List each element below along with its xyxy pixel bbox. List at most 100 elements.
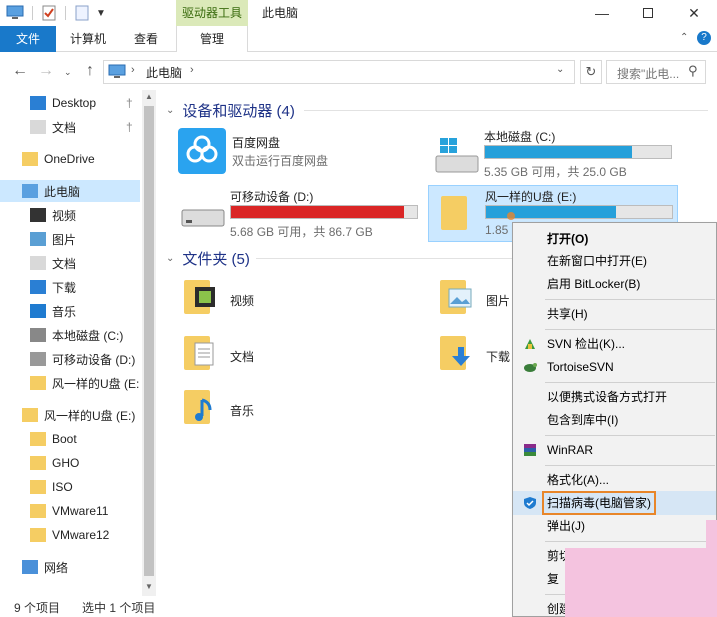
menu-separator — [545, 382, 715, 383]
drive-subtitle: 5.68 GB 可用，共 86.7 GB — [230, 225, 373, 239]
downloads-icon — [452, 347, 470, 366]
sidebar-item[interactable]: 风一样的U盘 (E: — [0, 372, 140, 394]
tab-view[interactable]: 查看 — [124, 26, 168, 52]
menu-include-in-library[interactable]: 包含到库中(I) — [513, 408, 716, 432]
sidebar-item[interactable]: Boot — [0, 428, 140, 450]
computer-icon — [108, 64, 126, 78]
sidebar-item[interactable]: 此电脑 — [0, 180, 140, 202]
drive-subtitle: 5.35 GB 可用，共 25.0 GB — [484, 165, 627, 179]
drive-c[interactable]: 本地磁盘 (C:) 5.35 GB 可用，共 25.0 GB — [428, 126, 678, 179]
shield-icon — [524, 497, 536, 509]
tab-manage[interactable]: 管理 — [176, 26, 248, 52]
sidebar-item[interactable]: 文档 — [0, 252, 140, 274]
sidebar-item[interactable]: VMware12 — [0, 524, 140, 546]
computer-icon[interactable] — [6, 5, 24, 21]
close-button[interactable]: ✕ — [671, 0, 717, 26]
devices-heading: 设备和驱动器 (4) — [182, 103, 295, 120]
folder-videos[interactable]: 视频 — [180, 280, 300, 320]
selected-count: 选中 1 个项目 — [82, 601, 156, 615]
properties-icon[interactable] — [41, 5, 57, 21]
breadcrumb-chevron-icon[interactable]: › — [131, 64, 135, 76]
menu-open[interactable]: 打开(O) — [513, 227, 716, 251]
drive-usage-fill — [485, 146, 632, 158]
sidebar-item[interactable]: GHO — [0, 452, 140, 474]
maximize-button[interactable] — [625, 0, 671, 26]
nav-scrollbar-thumb[interactable] — [144, 106, 154, 576]
drive-usage-bar — [230, 205, 418, 219]
folder-label: 文档 — [230, 350, 255, 364]
menu-tortoisesvn[interactable]: TortoiseSVN — [513, 355, 716, 379]
address-dropdown-icon[interactable]: ⌄ — [556, 64, 564, 75]
menu-svn-checkout[interactable]: SVN 检出(K)... — [513, 332, 716, 356]
menu-separator — [545, 299, 715, 300]
drive-subtitle: 1.85 — [485, 223, 509, 237]
tab-file[interactable]: 文件 — [0, 26, 56, 52]
menu-label: SVN 检出(K)... — [547, 337, 626, 351]
pin-icon[interactable]: † — [126, 120, 133, 134]
sidebar-item[interactable]: ISO — [0, 476, 140, 498]
recent-locations-icon[interactable]: ⌄ — [64, 67, 72, 78]
sidebar-item[interactable]: 下载 — [0, 276, 140, 298]
sidebar-item-label: 下载 — [52, 280, 77, 295]
search-icon[interactable]: ⚲ — [688, 63, 698, 79]
drive-d[interactable]: 可移动设备 (D:) 5.68 GB 可用，共 86.7 GB — [174, 186, 424, 239]
folders-group-header[interactable]: ⌄ 文件夹 (5) — [166, 248, 250, 269]
sidebar-item[interactable]: 视频 — [0, 204, 140, 226]
drive-baidu[interactable]: 百度网盘 双击运行百度网盘 — [174, 126, 384, 176]
folder-icon — [30, 480, 46, 494]
refresh-button[interactable]: ↻ — [580, 60, 602, 84]
menu-format[interactable]: 格式化(A)... — [513, 468, 716, 492]
sidebar-item[interactable]: 本地磁盘 (C:) — [0, 324, 140, 346]
sidebar-item[interactable]: OneDrive — [0, 148, 140, 170]
search-placeholder: 搜索"此电... — [617, 67, 680, 81]
help-icon[interactable]: ? — [697, 31, 711, 45]
menu-eject[interactable]: 弹出(J) — [513, 514, 716, 538]
videos-icon — [30, 208, 46, 222]
pin-icon[interactable]: † — [126, 96, 133, 110]
tab-computer[interactable]: 计算机 — [64, 26, 112, 52]
sidebar-item-label: OneDrive — [44, 152, 95, 166]
chevron-down-icon: ⌄ — [166, 105, 175, 116]
sidebar-item[interactable]: 风一样的U盘 (E:) — [0, 404, 140, 426]
sidebar-item[interactable]: Desktop † — [0, 92, 140, 114]
sidebar-item-label: VMware12 — [52, 528, 110, 542]
sidebar-item-label: 音乐 — [52, 304, 77, 319]
sidebar-item[interactable]: VMware11 — [0, 500, 140, 522]
sidebar-item-label: VMware11 — [52, 504, 109, 518]
drive-usage-bar — [484, 145, 672, 159]
folder-documents[interactable]: 文档 — [180, 336, 300, 376]
drive-usage-fill — [486, 206, 617, 218]
tortoise-icon — [524, 363, 537, 372]
close-icon: ✕ — [688, 4, 700, 21]
sidebar-item[interactable]: 音乐 — [0, 300, 140, 322]
new-folder-icon[interactable] — [74, 5, 90, 21]
sidebar-item[interactable]: 网络 — [0, 556, 140, 578]
menu-share[interactable]: 共享(H) — [513, 302, 716, 326]
up-button[interactable]: ↑ — [86, 62, 94, 80]
sidebar-item[interactable]: 可移动设备 (D:) — [0, 348, 140, 370]
back-button[interactable]: ← — [12, 62, 28, 80]
address-path[interactable]: 此电脑 — [146, 64, 182, 81]
folder-label: 下载 — [486, 350, 511, 364]
drive-name: 本地磁盘 (C:) — [484, 130, 556, 144]
minimize-button[interactable]: — — [579, 0, 625, 26]
forward-button[interactable]: → — [38, 62, 54, 80]
folder-music[interactable]: 音乐 — [180, 390, 300, 430]
breadcrumb-chevron-icon[interactable]: › — [190, 64, 194, 76]
scroll-down-icon[interactable]: ▼ — [145, 582, 153, 591]
menu-open-new-window[interactable]: 在新窗口中打开(E) — [513, 249, 716, 273]
sidebar-item-label: GHO — [52, 456, 80, 470]
window-title: 此电脑 — [262, 6, 299, 20]
pictures-icon — [448, 288, 472, 308]
collapse-ribbon-icon[interactable]: ⌃ — [680, 32, 688, 43]
menu-winrar[interactable]: WinRAR — [513, 438, 716, 462]
sidebar-item-label: Boot — [52, 432, 77, 446]
devices-group-header[interactable]: ⌄ 设备和驱动器 (4) — [166, 100, 295, 121]
menu-bitlocker[interactable]: 启用 BitLocker(B) — [513, 272, 716, 296]
customize-qa-icon[interactable]: ▼ — [96, 8, 106, 19]
sidebar-item[interactable]: 文档 † — [0, 116, 140, 138]
title-bar: ▼ 驱动器工具 此电脑 — ✕ — [0, 0, 717, 26]
sidebar-item[interactable]: 图片 — [0, 228, 140, 250]
menu-open-as-portable[interactable]: 以便携式设备方式打开 — [513, 385, 716, 409]
scroll-up-icon[interactable]: ▲ — [145, 92, 153, 101]
